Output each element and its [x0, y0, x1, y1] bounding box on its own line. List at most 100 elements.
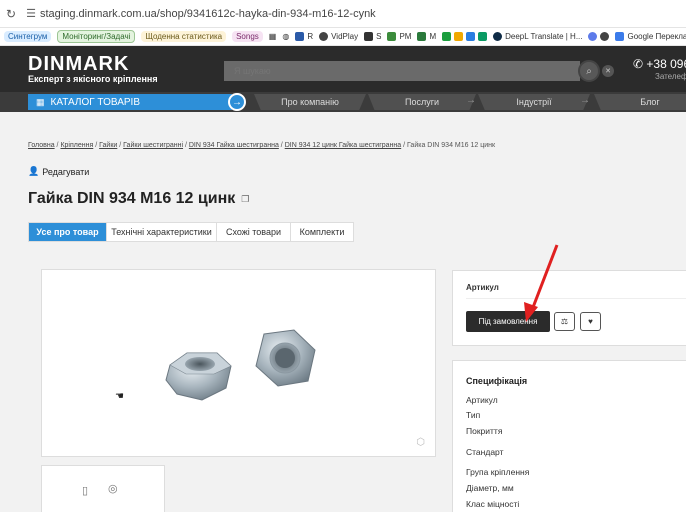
search-input[interactable]: [224, 61, 580, 81]
bookmark-r[interactable]: R: [295, 32, 313, 41]
circle-icon: [600, 32, 610, 41]
product-image: [165, 329, 316, 401]
bookmark-m[interactable]: M: [417, 32, 436, 41]
spec-row: Тип: [466, 410, 481, 420]
phone-icon: ✆: [633, 57, 644, 71]
search-button[interactable]: ⌕: [578, 60, 600, 82]
vidplay-icon: [319, 32, 329, 41]
bookmark-extras[interactable]: [442, 32, 488, 41]
reload-icon[interactable]: ↻: [0, 7, 22, 21]
breadcrumb-current: Гайка DIN 934 M16 12 цинк: [407, 142, 496, 149]
site-settings-icon[interactable]: ☰: [22, 7, 40, 20]
page-title: Гайка DIN 934 M16 12 цинк ❐: [28, 190, 249, 208]
spec-row: Клас міцності: [466, 499, 520, 509]
user-edit-icon: 👤: [28, 166, 40, 176]
bookmark-s[interactable]: S: [364, 32, 381, 41]
bookmark-deepl[interactable]: DeepL Translate | H...: [493, 32, 582, 41]
bookmark-syntegrum[interactable]: Синтегрум: [4, 31, 52, 42]
apps-grid-icon[interactable]: ▦: [269, 32, 277, 41]
bookmark-daily-stats[interactable]: Щоденна статистика: [141, 31, 227, 42]
product-tabs: Усе про товар Технічні характеристики Сх…: [28, 222, 354, 242]
bookmark-label: S: [376, 32, 382, 41]
catalog-label: КАТАЛОГ ТОВАРІВ: [50, 96, 140, 108]
tab-specs[interactable]: Технічні характеристики: [107, 223, 217, 241]
thumbnail-card: ▯ ◎: [41, 465, 165, 512]
breadcrumb-link[interactable]: Головна: [28, 142, 55, 149]
search-options-icon[interactable]: ✕: [602, 65, 614, 77]
pm-icon: [387, 32, 397, 41]
favorite-button[interactable]: ♥: [580, 312, 601, 331]
nav-item-blog[interactable]: Блог: [594, 94, 686, 110]
breadcrumb-link[interactable]: Гайки шестигранні: [123, 142, 183, 149]
slides-icon: [454, 32, 464, 41]
bookmark-label: DeepL Translate | H...: [505, 32, 583, 41]
search-icon: ⌕: [586, 65, 592, 77]
bookmark-label: Google Перекладач: [627, 32, 686, 41]
phone-callback[interactable]: Зателефо: [655, 72, 686, 81]
bookmark-label: M: [429, 32, 437, 41]
order-card: Артикул Під замовлення ⚖ ♥: [452, 270, 686, 346]
spec-title: Специфікація: [466, 376, 528, 386]
specification-card: Специфікація Артикул Тип Покриття Станда…: [452, 360, 686, 512]
logo[interactable]: DINMARK: [28, 53, 129, 76]
bookmark-google-translate[interactable]: Google Перекладач: [615, 32, 686, 41]
play-icon: [466, 32, 476, 41]
m-icon: [417, 32, 427, 41]
url-field[interactable]: staging.dinmark.com.ua/shop/9341612c-hay…: [40, 8, 376, 20]
breadcrumb-link[interactable]: Кріплення: [60, 142, 93, 149]
translate-icon: [615, 32, 625, 41]
bookmark-monitoring[interactable]: Моніторинг/Задачі: [57, 30, 136, 43]
copy-icon[interactable]: ❐: [241, 194, 249, 205]
s-icon: [364, 32, 374, 41]
bookmark-label: VidPlay: [331, 32, 359, 41]
articul-label: Артикул: [466, 283, 499, 292]
spec-row: Група кріплення: [466, 467, 530, 477]
nav-item-industries[interactable]: Індустрії: [478, 94, 590, 110]
tab-all-about[interactable]: Усе про товар: [29, 223, 107, 241]
bolt-side-icon[interactable]: ▯: [82, 484, 88, 497]
nav-item-about[interactable]: Про компанію: [254, 94, 366, 110]
zoom-icon[interactable]: ⬡: [416, 437, 425, 448]
sheet-icon: [442, 32, 452, 41]
heart-icon: ♥: [588, 317, 593, 326]
spec-row: Покриття: [466, 426, 503, 436]
divider: [466, 298, 686, 299]
sparkle-icon: [588, 32, 598, 41]
grid-icon: ▦: [36, 96, 45, 107]
breadcrumb-link[interactable]: Гайки: [99, 142, 117, 149]
nav-item-services[interactable]: Послуги: [368, 94, 476, 110]
compare-button[interactable]: ⚖: [554, 312, 575, 331]
bookmark-pm[interactable]: PM: [387, 32, 411, 41]
spec-row: Діаметр, мм: [466, 483, 514, 493]
browser-address-bar: ↻ ☰ staging.dinmark.com.ua/shop/9341612c…: [0, 0, 686, 28]
compare-icon: ⚖: [560, 317, 569, 326]
leaf-icon: [478, 32, 488, 41]
order-button[interactable]: Під замовлення: [466, 311, 550, 332]
edit-label: Редагувати: [42, 166, 90, 177]
tab-similar[interactable]: Схожі товари: [217, 223, 291, 241]
bookmark-gemini[interactable]: [588, 32, 610, 41]
arrow-right-icon: →: [580, 95, 590, 106]
cursor-icon: ☚: [115, 391, 124, 402]
phone-text: +38 096: [646, 57, 686, 71]
breadcrumb-link[interactable]: DIN 934 Гайка шестигранна: [189, 142, 279, 149]
arrow-right-icon: →: [466, 95, 476, 106]
bookmark-icon[interactable]: ◍: [282, 32, 289, 41]
deepl-icon: [493, 32, 503, 41]
tab-kits[interactable]: Комплекти: [291, 223, 353, 241]
bookmark-label: PM: [399, 32, 412, 41]
edit-link[interactable]: 👤 Редагувати: [28, 166, 89, 177]
main-nav: ▦ КАТАЛОГ ТОВАРІВ → Про компанію Послуги…: [0, 92, 686, 112]
phone-number[interactable]: ✆ +38 096: [633, 57, 686, 71]
catalog-button[interactable]: ▦ КАТАЛОГ ТОВАРІВ: [28, 94, 232, 110]
nut-top-icon[interactable]: ◎: [108, 482, 118, 495]
breadcrumb-link[interactable]: DIN 934 12 цинк Гайка шестигранна: [285, 142, 402, 149]
bookmarks-bar: Синтегрум Моніторинг/Задачі Щоденна стат…: [0, 28, 686, 46]
product-image-card: ☚ ⬡: [41, 269, 436, 457]
bookmark-vidplay[interactable]: VidPlay: [319, 32, 358, 41]
bookmark-songs[interactable]: Songs: [232, 31, 263, 42]
r-icon: [295, 32, 305, 41]
spec-row: Артикул: [466, 395, 498, 405]
catalog-arrow-icon[interactable]: →: [228, 93, 246, 111]
tagline: Експерт з якісного кріплення: [28, 74, 158, 84]
